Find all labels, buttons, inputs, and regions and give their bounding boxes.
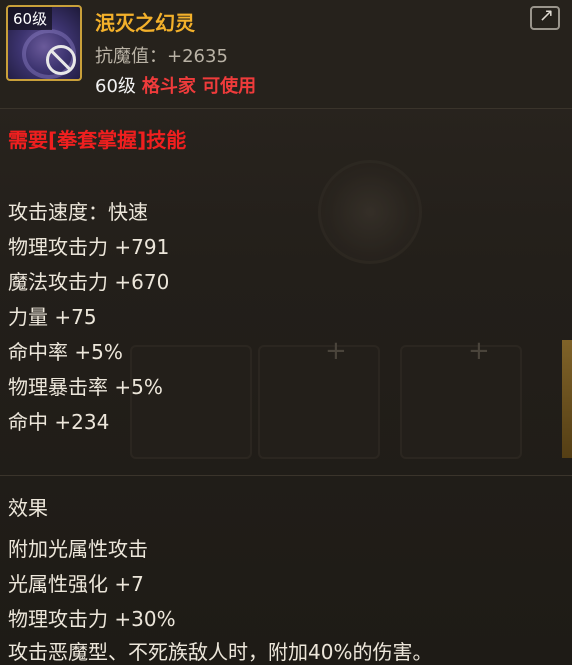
stat-line: 物理攻击力 +791	[8, 235, 170, 259]
emblem-icon	[318, 160, 422, 264]
effect-line: 攻击恶魔型、不死族敌人时，附加40%的伤害。	[8, 640, 433, 664]
stat-line: 命中 +234	[8, 410, 110, 434]
effect-line: 光属性强化 +7	[8, 572, 144, 596]
item-tooltip: + + 60级 泯灭之幻灵 抗魔值：+2635 60级格斗家 可使用 需要[拳套…	[0, 0, 572, 665]
resist-value: 抗魔值：+2635	[95, 46, 228, 67]
stat-line: 力量 +75	[8, 305, 97, 329]
plus-icon: +	[325, 336, 347, 366]
tooltip-header: 60级 泯灭之幻灵 抗魔值：+2635 60级 格斗家 可使用	[0, 0, 572, 109]
effect-line: 附加光属性攻击	[8, 537, 148, 561]
ghost-slot	[400, 345, 522, 459]
divider	[0, 475, 572, 476]
usable-job: 格斗家 可使用	[141, 76, 257, 97]
no-entry-icon	[46, 45, 76, 75]
stat-line: 魔法攻击力 +670	[8, 270, 170, 294]
ghost-slot	[258, 345, 380, 459]
usable-info: 60级 格斗家 可使用	[95, 72, 256, 98]
effects-title: 效果	[8, 496, 48, 520]
item-icon: 60级	[6, 5, 82, 81]
effect-line: 物理攻击力 +30%	[8, 607, 176, 631]
stat-line: 攻击速度：快速	[8, 200, 148, 224]
stat-line: 物理暴击率 +5%	[8, 375, 163, 399]
share-button[interactable]	[530, 5, 560, 30]
frame-edge	[562, 340, 572, 458]
item-name: 泯灭之幻灵	[95, 11, 195, 35]
plus-icon: +	[468, 336, 490, 366]
skill-requirement: 需要[拳套掌握]技能	[8, 128, 187, 152]
ghost-slot	[130, 345, 252, 459]
stat-line: 命中率 +5%	[8, 340, 123, 364]
usable-level: 60级	[95, 76, 136, 97]
item-level-badge: 60级	[8, 7, 53, 30]
